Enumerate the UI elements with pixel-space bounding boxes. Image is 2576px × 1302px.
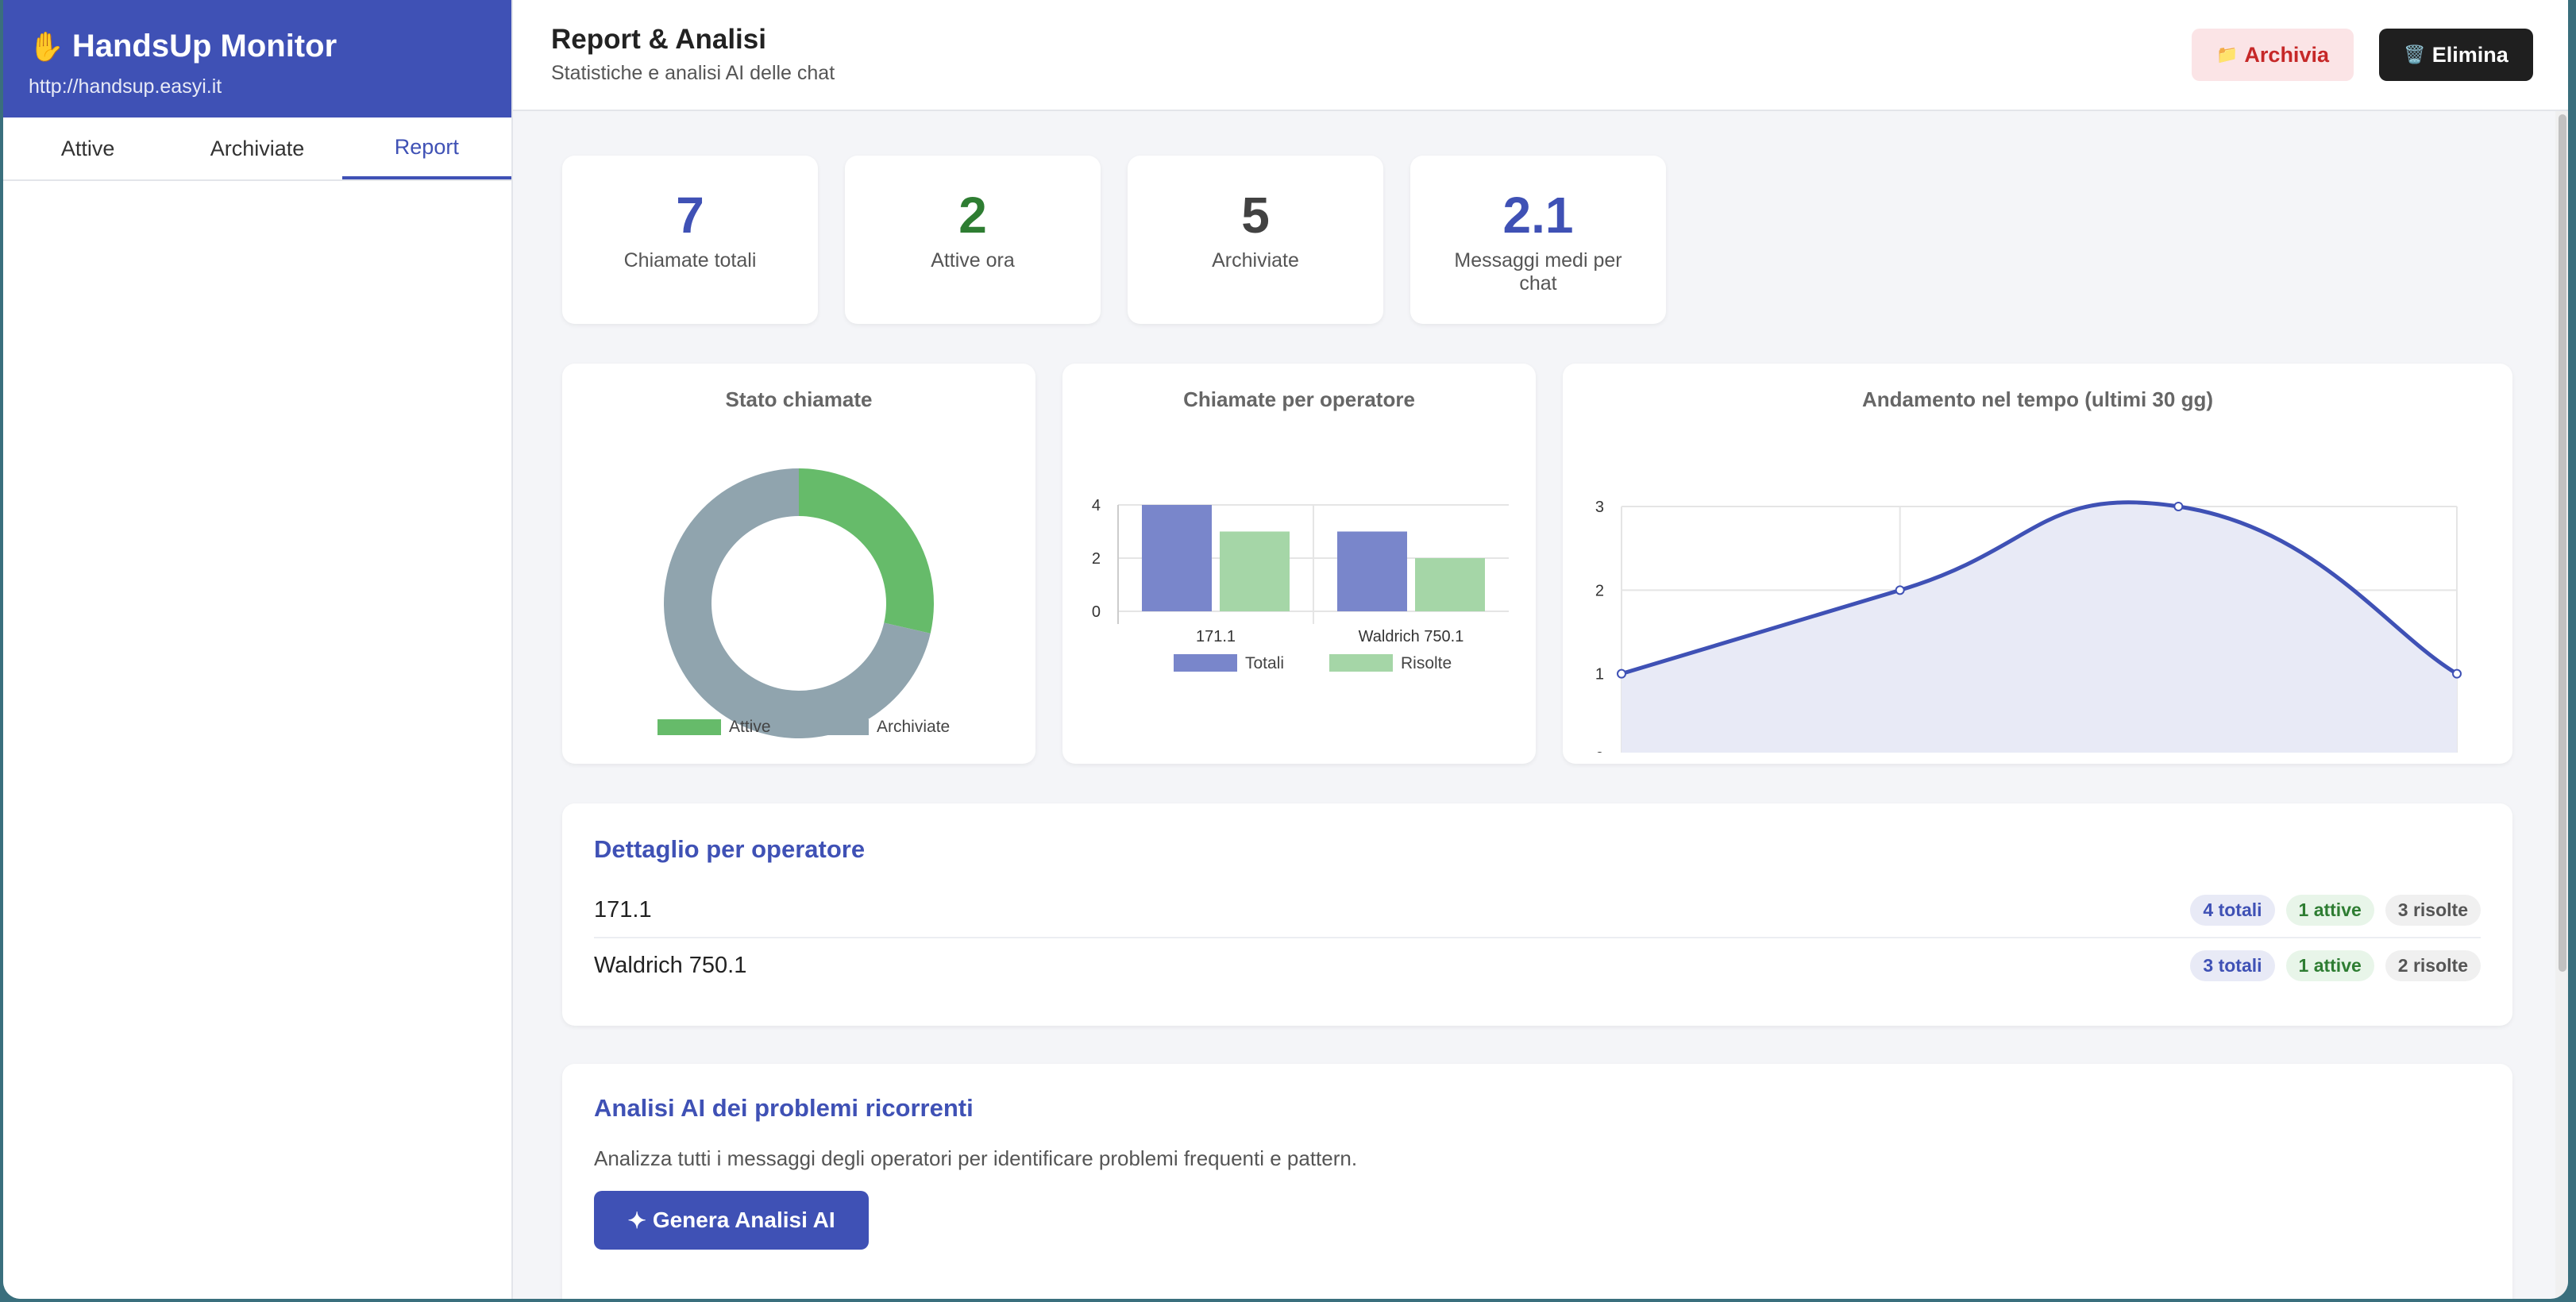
stat-value: 5 [1241, 187, 1270, 244]
tab-report[interactable]: Report [341, 117, 511, 179]
app-title-text: HandsUp Monitor [71, 29, 337, 64]
legend-label: Attive [729, 718, 771, 736]
legend-swatch [1329, 654, 1393, 672]
data-point [1895, 585, 1905, 595]
stat-label: Archiviate [1212, 249, 1299, 272]
stat-label: Attive ora [931, 249, 1015, 272]
delete-button[interactable]: 🗑️ Elimina [2379, 29, 2533, 81]
active-badge: 1 attive [2285, 950, 2374, 981]
tab-archiviate[interactable]: Archiviate [172, 117, 341, 179]
stat-label: Chiamate totali [623, 249, 757, 272]
stat-card-archived: 5 Archiviate [1128, 156, 1383, 324]
legend-label: Totali [1245, 654, 1284, 672]
active-badge: 1 attive [2285, 894, 2374, 926]
donut-slice-attive [799, 468, 934, 634]
trash-icon: 🗑️ [2404, 44, 2426, 64]
stat-value: 2 [958, 187, 987, 244]
app-url: http://handsup.easyi.it [29, 75, 222, 98]
chart-title: Chiamate per operatore [1183, 387, 1415, 411]
operator-chart-card: Chiamate per operatore 0 2 4 171.1 Waldrich … [1062, 364, 1536, 764]
tab-bar: Attive Archiviate Report [3, 117, 511, 181]
bar-risolte [1415, 558, 1485, 611]
y-tick-label: 1 [1595, 666, 1604, 684]
operator-badges: 3 totali 1 attive 2 risolte [2190, 950, 2481, 981]
data-point [2452, 668, 2462, 679]
main-panel: Report & Analisi Statistiche e analisi A… [513, 0, 2568, 1299]
generate-ai-analysis-button[interactable]: ✦ Genera Analisi AI [594, 1191, 869, 1250]
sparkle-icon: ✦ [627, 1208, 646, 1233]
chart-title: Stato chiamate [725, 387, 873, 411]
delete-button-label: Elimina [2431, 42, 2509, 67]
operator-row: Waldrich 750.1 3 totali 1 attive 2 risol… [594, 938, 2481, 992]
y-tick-label: 2 [1092, 550, 1101, 568]
operators-detail-card: Dettaglio per operatore 171.1 4 totali 1… [562, 803, 2512, 1026]
data-point [2173, 502, 2184, 511]
top-bar: Report & Analisi Statistiche e analisi A… [513, 0, 2568, 111]
stat-value: 7 [676, 187, 704, 244]
legend-swatch [657, 719, 721, 735]
archive-button-label: Archivia [2244, 42, 2329, 67]
bar-totali [1337, 531, 1407, 611]
archive-button[interactable]: 📁 Archivia [2192, 29, 2354, 81]
legend-swatch [805, 719, 869, 735]
brand-header: ✋ HandsUp Monitor http://handsup.easyi.i… [3, 0, 511, 117]
status-donut-chart: Attive Archiviate [657, 468, 950, 738]
tab-attive[interactable]: Attive [3, 117, 172, 179]
area-fill [1622, 502, 2457, 753]
scrollbar-thumb[interactable] [2559, 114, 2566, 972]
legend-swatch [1174, 654, 1237, 672]
raised-hand-icon: ✋ [29, 29, 64, 63]
y-tick-label: 4 [1092, 497, 1101, 514]
total-badge: 4 totali [2190, 894, 2275, 926]
resolved-badge: 2 risolte [2385, 950, 2481, 981]
operator-bar-chart: 0 2 4 171.1 Waldrich 750.1 Totali Risolte [1092, 497, 1509, 672]
app-title: ✋ HandsUp Monitor [29, 29, 484, 64]
legend-label: Risolte [1401, 654, 1452, 672]
bar-totali [1142, 505, 1212, 611]
total-badge: 3 totali [2190, 950, 2275, 981]
resolved-badge: 3 risolte [2385, 894, 2481, 926]
stat-card-active: 2 Attive ora [845, 156, 1101, 324]
x-tick-label: Waldrich 750.1 [1359, 628, 1464, 645]
ai-analysis-card: Analisi AI dei problemi ricorrenti Anali… [562, 1064, 2512, 1299]
y-tick-label: 0 [1595, 749, 1604, 753]
vertical-scrollbar[interactable] [2555, 111, 2568, 1299]
operator-row: 171.1 4 totali 1 attive 3 risolte [594, 883, 2481, 938]
status-chart-card: Stato chiamate Attive Archiviate [562, 364, 1035, 764]
section-title: Analisi AI dei problemi ricorrenti [594, 1094, 974, 1122]
stat-card-avg-messages: 2.1 Messaggi medi per chat [1410, 156, 1666, 324]
ai-description: Analizza tutti i messaggi degli operator… [594, 1146, 1358, 1170]
generate-ai-analysis-label: Genera Analisi AI [652, 1208, 835, 1232]
y-tick-label: 2 [1595, 582, 1604, 599]
stat-card-total: 7 Chiamate totali [562, 156, 818, 324]
section-title: Dettaglio per operatore [594, 835, 866, 863]
trend-chart-card: Andamento nel tempo (ultimi 30 gg) 01230… [1563, 364, 2512, 764]
chart-title: Andamento nel tempo (ultimi 30 gg) [1861, 387, 2213, 411]
operator-badges: 4 totali 1 attive 3 risolte [2190, 894, 2481, 926]
sidebar: ✋ HandsUp Monitor http://handsup.easyi.i… [3, 0, 513, 1299]
folder-icon: 📁 [2216, 44, 2239, 64]
legend-label: Archiviate [877, 718, 950, 736]
app-window: ✋ HandsUp Monitor http://handsup.easyi.i… [3, 0, 2568, 1299]
operator-name: 171.1 [594, 896, 652, 923]
report-content: 7 Chiamate totali 2 Attive ora 5 Archivi… [513, 111, 2568, 1299]
y-tick-label: 3 [1595, 499, 1604, 516]
stat-label: Messaggi medi per chat [1454, 249, 1622, 295]
data-point [1617, 668, 1626, 679]
y-tick-label: 0 [1092, 603, 1101, 621]
trend-line-chart: 012305-2105-2206-0306-15 [1595, 499, 2462, 753]
stat-value: 2.1 [1502, 187, 1574, 244]
bar-risolte [1220, 531, 1290, 611]
operator-name: Waldrich 750.1 [594, 952, 747, 978]
x-tick-label: 171.1 [1196, 628, 1236, 645]
